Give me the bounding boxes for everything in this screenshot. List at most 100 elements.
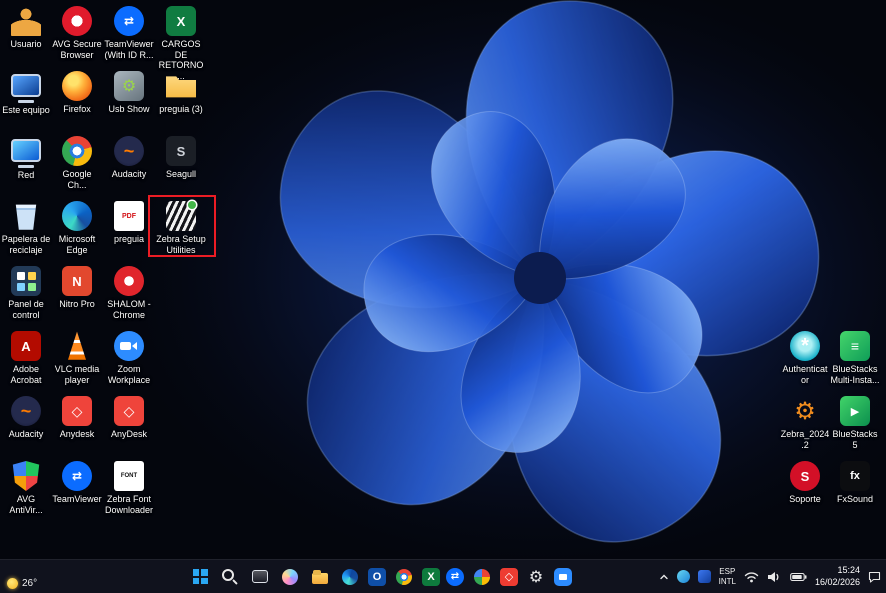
weather-widget[interactable]: 26° (7, 578, 37, 589)
taskbar-excel-button[interactable]: X (422, 568, 440, 586)
desktop-icon-label: Nitro Pro (52, 299, 102, 310)
desktop-icon-shalom-chrome[interactable]: SHALOM - Chrome (104, 266, 154, 320)
desktop-icon-panel-de-control[interactable]: Panel de control (1, 266, 51, 320)
desktop-icon-preguia-pdf[interactable]: PDFpreguia (104, 201, 154, 245)
desktop-icon-label: Firefox (52, 104, 102, 115)
desktop-icon-label: Panel de control (1, 299, 51, 320)
desktop-icon-usb-show[interactable]: ⚙ Usb Show (104, 71, 154, 115)
taskbar-copilot-button[interactable] (278, 564, 302, 590)
teamviewer-icon: ⇄ (62, 461, 92, 491)
excel-file-icon: X (166, 6, 196, 36)
desktop-icon-zoom-workplace[interactable]: Zoom Workplace (104, 331, 154, 385)
avg-secure-browser-icon (62, 6, 92, 36)
desktop-icon-firefox[interactable]: Firefox (52, 71, 102, 115)
notification-center-icon[interactable] (868, 571, 881, 583)
desktop-icon-teamviewer-id[interactable]: ⇄TeamViewer (With ID R... (104, 6, 154, 60)
zoom-icon (114, 331, 144, 361)
tray-app-icon-1[interactable] (677, 570, 690, 583)
support-app-icon: S (790, 461, 820, 491)
desktop-icon-label: AVG AntiVir... (1, 494, 51, 515)
user-icon (11, 6, 41, 36)
desktop-icon-zebra-2024[interactable]: ⚙Zebra_2024.2 (780, 396, 830, 450)
desktop-icon-avg-secure-browser[interactable]: AVG Secure Browser (52, 6, 102, 60)
recycle-bin-icon (11, 201, 41, 231)
language-line2: INTL (719, 577, 736, 587)
desktop-icon-label: Audacity (1, 429, 51, 440)
desktop-icon-label: BlueStacks 5 (830, 429, 880, 450)
gear-icon: ⚙ (790, 396, 820, 426)
clock-date: 16/02/2026 (815, 577, 860, 588)
desktop-icon-bluestacks-5[interactable]: ▶BlueStacks 5 (830, 396, 880, 450)
desktop-icon-fxsound[interactable]: fxFxSound (830, 461, 880, 505)
taskbar: 26° O X ⇄ ◇ ⚙ ESP INTL 15:24 16/02/2026 (0, 559, 886, 593)
battery-icon[interactable] (790, 572, 807, 582)
desktop-icon-google-chrome[interactable]: Google Ch... (52, 136, 102, 190)
taskbar-task-view-button[interactable] (248, 564, 272, 590)
desktop-icon-label: Soporte (780, 494, 830, 505)
desktop-icon-audacity-2[interactable]: ~Audacity (1, 396, 51, 440)
desktop-icon-soporte[interactable]: S Soporte (780, 461, 830, 505)
desktop-icon-papelera[interactable]: Papelera de reciclaje (1, 201, 51, 255)
authenticator-icon: * (790, 331, 820, 361)
desktop-icon-este-equipo[interactable]: Este equipo (1, 71, 51, 116)
taskbar-zoom-button[interactable] (554, 568, 572, 586)
language-indicator[interactable]: ESP INTL (719, 567, 736, 586)
taskbar-start-button[interactable] (188, 564, 212, 590)
tray-app-icon-2[interactable] (698, 570, 711, 583)
taskbar-anydesk-button[interactable]: ◇ (500, 568, 518, 586)
chevron-up-icon[interactable] (659, 573, 669, 581)
gear-icon: ⚙ (114, 71, 144, 101)
desktop-icon-label: Zebra Font Downloader (104, 494, 154, 515)
chrome-icon (62, 136, 92, 166)
fxsound-icon: fx (840, 461, 870, 491)
desktop-icon-label: Google Ch... (52, 169, 102, 190)
desktop-icon-adobe-acrobat[interactable]: AAdobe Acrobat (1, 331, 51, 385)
wifi-icon[interactable] (744, 571, 759, 583)
desktop-icon-label: VLC media player (52, 364, 102, 385)
system-tray: ESP INTL 15:24 16/02/2026 (659, 560, 886, 593)
desktop-icon-seagull[interactable]: SSeagull (156, 136, 206, 180)
taskbar-chrome-button[interactable] (392, 564, 416, 590)
desktop-icon-nitro-pro[interactable]: NNitro Pro (52, 266, 102, 310)
firefox-icon (62, 71, 92, 101)
desktop-icon-label: SHALOM - Chrome (104, 299, 154, 320)
taskbar-outlook-button[interactable]: O (368, 568, 386, 586)
desktop-icon-audacity[interactable]: ~Audacity (104, 136, 154, 180)
audacity-icon: ~ (114, 136, 144, 166)
desktop-icon-label: Red (1, 170, 51, 181)
desktop-icon-microsoft-edge[interactable]: Microsoft Edge (52, 201, 102, 255)
weather-temperature: 26° (22, 578, 37, 589)
weather-sun-icon (7, 578, 18, 589)
desktop-icon-zebra-setup-utilities[interactable]: Zebra Setup Utilities (156, 201, 206, 255)
desktop-icon-label: Adobe Acrobat (1, 364, 51, 385)
desktop-icon-preguia-folder[interactable]: preguia (3) (156, 71, 206, 115)
desktop-icon-authenticator[interactable]: *Authenticator (780, 331, 830, 385)
font-file-icon: FONT (114, 461, 144, 491)
taskbar-settings-button[interactable]: ⚙ (524, 564, 548, 590)
desktop-icon-avg-antivirus[interactable]: AVG AntiVir... (1, 461, 51, 515)
edge-icon (62, 201, 92, 231)
volume-icon[interactable] (767, 571, 782, 583)
desktop-icon-zebra-font-downloader[interactable]: FONT Zebra Font Downloader (104, 461, 154, 515)
taskbar-meet-button[interactable] (470, 564, 494, 590)
desktop-icon-teamviewer[interactable]: ⇄TeamViewer (52, 461, 102, 505)
clock[interactable]: 15:24 16/02/2026 (815, 565, 860, 588)
desktop-icon-bluestacks-multi[interactable]: ≡BlueStacks Multi-Insta... (830, 331, 880, 385)
desktop-icon-label: AVG Secure Browser (52, 39, 102, 60)
desktop-icon-red[interactable]: Red (1, 136, 51, 181)
desktop-icon-label: Seagull (156, 169, 206, 180)
clock-time: 15:24 (815, 565, 860, 576)
desktop-icon-label: Usb Show (104, 104, 154, 115)
taskbar-search-button[interactable] (218, 564, 242, 590)
desktop-icon-label: Usuario (1, 39, 51, 50)
taskbar-edge-button[interactable] (338, 564, 362, 590)
desktop-icon-label: preguia (3) (156, 104, 206, 115)
desktop-icon-anydesk-1[interactable]: ◇Anydesk (52, 396, 102, 440)
desktop-icon-label: Zebra Setup Utilities (156, 234, 206, 255)
taskbar-teamviewer-button[interactable]: ⇄ (446, 568, 464, 586)
desktop-icon-usuario[interactable]: Usuario (1, 6, 51, 50)
desktop-icon-anydesk-2[interactable]: ◇AnyDesk (104, 396, 154, 440)
taskbar-explorer-button[interactable] (308, 564, 332, 590)
pdf-file-icon: PDF (114, 201, 144, 231)
desktop-icon-vlc[interactable]: VLC media player (52, 331, 102, 385)
